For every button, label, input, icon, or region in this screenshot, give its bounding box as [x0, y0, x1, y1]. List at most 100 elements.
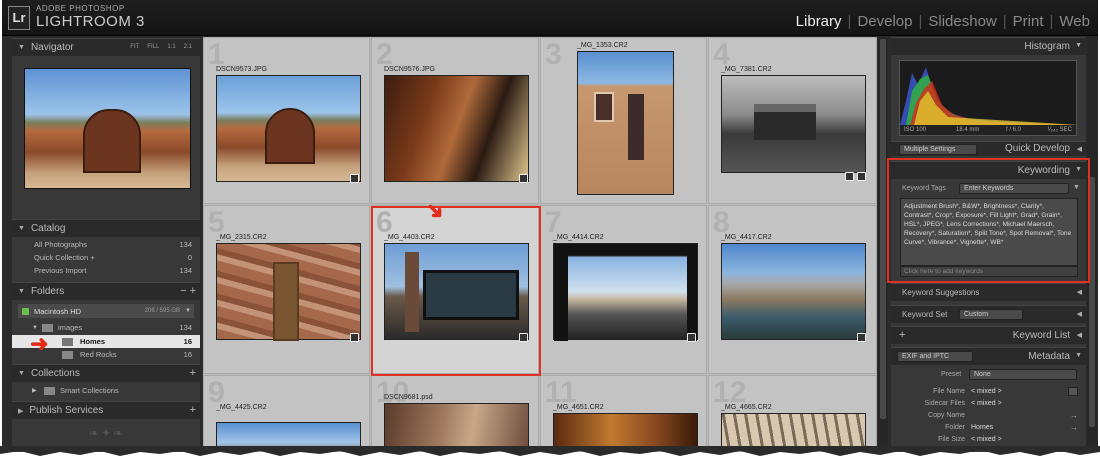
- left-panel: ▼ Navigator FIT FILL 1:1 2:1 ▼ Catalog A…: [12, 38, 200, 452]
- module-library[interactable]: Library: [792, 13, 846, 30]
- grid-cell-11[interactable]: 11 _MG_4651.CR2: [540, 375, 707, 452]
- module-print[interactable]: Print: [1009, 13, 1048, 30]
- metadata-mode-dropdown[interactable]: EXIF and IPTC: [897, 351, 973, 362]
- grid-cell-1[interactable]: 1 DSCN9573.JPG: [203, 37, 370, 204]
- list-icon[interactable]: [1068, 387, 1078, 396]
- go-arrow-icon[interactable]: →: [1070, 411, 1078, 420]
- develop-badge-icon: [845, 172, 854, 181]
- brand-title: LIGHTROOM 3: [36, 13, 145, 30]
- photo-thumbnail: [577, 51, 674, 195]
- develop-badge-icon: [350, 333, 359, 342]
- metadata-preset-label: Preset: [941, 371, 962, 378]
- folders-title: Folders: [30, 286, 65, 297]
- grid-scrollbar[interactable]: [878, 37, 888, 452]
- metadata-label-file-name: File Name: [933, 388, 965, 395]
- histogram-header[interactable]: Histogram ▼: [891, 37, 1086, 55]
- grid-cell-5[interactable]: 5 _MG_2315.CR2: [203, 205, 370, 374]
- metadata-preset-dropdown[interactable]: None: [969, 369, 1077, 380]
- zoom-fit-button[interactable]: FIT: [130, 44, 139, 50]
- keyword-set-dropdown[interactable]: Custom: [959, 309, 1023, 320]
- go-arrow-icon[interactable]: →: [1070, 423, 1078, 432]
- expand-triangle-icon: ◀: [1076, 289, 1082, 296]
- photo-thumbnail: [216, 243, 361, 341]
- keywording-header[interactable]: Keywording ▼: [891, 161, 1086, 179]
- zoom-2to1-button[interactable]: 2:1: [184, 44, 192, 50]
- dropdown-triangle-icon: ▼: [1073, 184, 1080, 191]
- catalog-header[interactable]: ▼ Catalog: [12, 219, 200, 237]
- quick-develop-header[interactable]: Multiple Settings Quick Develop ◀: [891, 141, 1086, 156]
- module-picker: Library | Develop | Slideshow | Print | Web: [792, 13, 1094, 30]
- navigator-preview[interactable]: [24, 68, 191, 189]
- folder-icon: [62, 337, 73, 346]
- catalog-item-previous[interactable]: Previous Import 134: [12, 264, 200, 277]
- right-panel: Histogram ▼ ISO 100 18.4 mm f / 6.0 ¹⁄₂₄…: [891, 37, 1086, 452]
- folder-icon: [44, 386, 55, 395]
- lightroom-window: Lr ADOBE PHOTOSHOP LIGHTROOM 3 Library | …: [2, 0, 1098, 452]
- collections-header[interactable]: ▼ Collections +: [12, 364, 200, 382]
- metadata-value-sidecar: < mixed >: [971, 400, 1002, 407]
- right-scroll-thumb[interactable]: [1089, 177, 1095, 427]
- photo-thumbnail: [721, 243, 866, 340]
- grid-cell-10[interactable]: 10 DSCN9681.psd: [371, 375, 539, 452]
- grid-cell-3[interactable]: 3 _MG_1353.CR2: [540, 37, 707, 204]
- grid-cell-12[interactable]: 12 _MG_4665.CR2: [708, 375, 877, 452]
- selected-photo-highlight-box: [371, 206, 541, 376]
- keyword-set-header[interactable]: Keyword Set Custom ◀: [891, 305, 1086, 323]
- panel-end-ornament: ❧✦❧: [88, 426, 126, 440]
- expand-triangle-icon: ◀: [1076, 332, 1082, 339]
- add-collection-icon[interactable]: +: [190, 367, 196, 379]
- keyword-tags-dropdown[interactable]: Enter Keywords: [959, 183, 1069, 194]
- zoom-1to1-button[interactable]: 1:1: [167, 44, 175, 50]
- keyword-tags-label: Keyword Tags: [902, 185, 946, 192]
- metadata-label-folder: Folder: [945, 424, 965, 431]
- add-keywords-field[interactable]: Click here to add keywords: [900, 266, 1078, 277]
- collapse-triangle-icon: ▼: [1075, 166, 1082, 173]
- saved-preset-dropdown[interactable]: Multiple Settings: [899, 144, 977, 155]
- keyword-suggestions-header[interactable]: Keyword Suggestions ◀: [891, 283, 1086, 301]
- metadata-label-copy-name: Copy Name: [928, 412, 965, 419]
- grid-cell-9[interactable]: 9 _MG_4425.CR2: [203, 375, 370, 452]
- collapse-triangle-icon: ▼: [18, 225, 25, 232]
- navigator-header[interactable]: ▼ Navigator FIT FILL 1:1 2:1: [12, 38, 200, 56]
- photo-thumbnail: [721, 75, 866, 173]
- develop-badge-icon: [687, 333, 696, 342]
- keywords-textarea[interactable]: Adjustment Brush*, B&W*, Brightness*, Cl…: [900, 198, 1078, 266]
- torn-edge: [0, 446, 1100, 456]
- top-bar: Lr ADOBE PHOTOSHOP LIGHTROOM 3 Library | …: [2, 0, 1098, 36]
- right-panel-scrollbar[interactable]: [1087, 37, 1097, 452]
- add-keyword-icon[interactable]: +: [899, 329, 905, 341]
- grid-cell-8[interactable]: 8 _MG_4417.CR2: [708, 205, 877, 374]
- catalog-title: Catalog: [30, 223, 66, 234]
- metadata-label-sidecar: Sidecar Files: [924, 400, 965, 407]
- grid-cell-2[interactable]: 2 DSCN9576.JPG: [371, 37, 539, 204]
- collapse-triangle-icon: ▼: [18, 288, 25, 295]
- grid-cell-4[interactable]: 4 _MG_7381.CR2: [708, 37, 877, 204]
- publish-services-header[interactable]: ▶ Publish Services +: [12, 401, 200, 419]
- add-publish-icon[interactable]: +: [190, 404, 196, 416]
- drive-icon: [22, 307, 29, 315]
- grid-cell-7[interactable]: 7 _MG_4414.CR2: [540, 205, 707, 374]
- drive-row[interactable]: Macintosh HD 206 / 595 GB ▼: [18, 304, 194, 318]
- develop-badge-icon: [350, 174, 359, 183]
- keyword-list-header[interactable]: + Keyword List ◀: [891, 326, 1086, 344]
- catalog-item-quick[interactable]: Quick Collection +0: [12, 251, 200, 264]
- module-slideshow[interactable]: Slideshow: [924, 13, 1000, 30]
- photo-thumbnail: [216, 75, 361, 182]
- metadata-value-file-name[interactable]: < mixed >: [971, 388, 1002, 395]
- module-develop[interactable]: Develop: [853, 13, 916, 30]
- develop-badge-icon: [857, 333, 866, 342]
- photo-thumbnail: [384, 75, 529, 182]
- grid-scroll-thumb[interactable]: [880, 39, 886, 419]
- expand-triangle-icon: ◀: [1076, 146, 1082, 153]
- crop-badge-icon: [857, 172, 866, 181]
- add-folder-icon[interactable]: − +: [180, 285, 196, 297]
- module-web[interactable]: Web: [1055, 13, 1094, 30]
- annotation-arrow-icon: ➜: [30, 331, 49, 356]
- metadata-header[interactable]: EXIF and IPTC Metadata ▼: [891, 347, 1086, 365]
- zoom-fill-button[interactable]: FILL: [147, 44, 159, 50]
- smart-collections-row[interactable]: ▶ Smart Collections: [12, 384, 200, 397]
- catalog-item-all[interactable]: All Photographs 134: [12, 238, 200, 251]
- histogram-curve: [900, 67, 1076, 135]
- metadata-value-folder[interactable]: Homes: [971, 424, 993, 431]
- folders-header[interactable]: ▼ Folders − +: [12, 282, 200, 300]
